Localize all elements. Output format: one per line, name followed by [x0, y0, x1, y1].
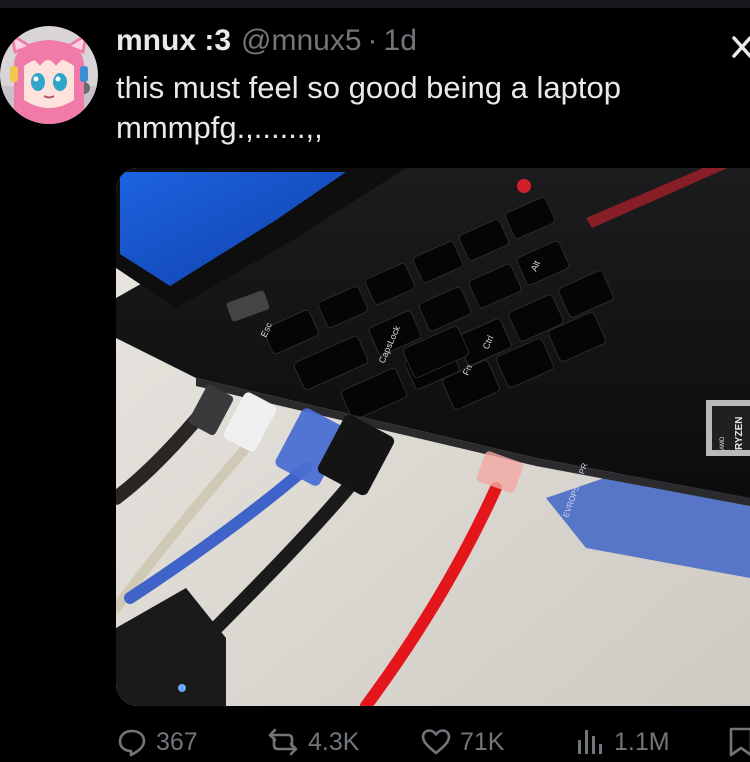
tweet-text: this must feel so good being a laptop mm…: [116, 70, 621, 145]
avatar-image: [0, 26, 98, 124]
like-button[interactable]: 71K: [420, 722, 504, 762]
avatar[interactable]: [0, 26, 98, 124]
bookmark-button[interactable]: [726, 722, 750, 762]
tweet-media-image[interactable]: Esc CapsLock Ctrl Fn Alt RYZEN AMD EVROP…: [116, 168, 750, 706]
view-count: 1.1M: [614, 727, 670, 756]
bar-chart-icon: [578, 730, 602, 754]
like-count: 71K: [460, 727, 505, 756]
timestamp[interactable]: 1d: [384, 24, 417, 58]
laptop-photo: Esc CapsLock Ctrl Fn Alt RYZEN AMD EVROP…: [116, 168, 750, 706]
action-bar: 367 4.3K 71K 1.1M: [116, 722, 750, 762]
amd-badge-text: AMD: [720, 436, 726, 450]
repost-count: 4.3K: [308, 727, 360, 756]
heart-icon: [421, 729, 451, 755]
reply-count: 367: [156, 727, 198, 756]
separator-dot: ·: [367, 24, 378, 57]
repost-arrows-icon: [268, 728, 298, 756]
reply-button[interactable]: 367: [116, 722, 198, 762]
views-button[interactable]: 1.1M: [574, 722, 670, 762]
tweet[interactable]: mnux :3 @mnux5 · 1d this must feel so go…: [0, 0, 750, 762]
display-name[interactable]: mnux :3: [116, 24, 231, 58]
speech-bubble-icon: [118, 729, 146, 757]
bookmark-icon: [729, 727, 750, 757]
tweet-header: mnux :3 @mnux5 · 1d: [116, 24, 417, 64]
user-handle[interactable]: @mnux5: [241, 24, 362, 58]
repost-button[interactable]: 4.3K: [266, 722, 359, 762]
ryzen-badge-text: RYZEN: [734, 416, 745, 450]
close-icon[interactable]: [728, 30, 750, 64]
